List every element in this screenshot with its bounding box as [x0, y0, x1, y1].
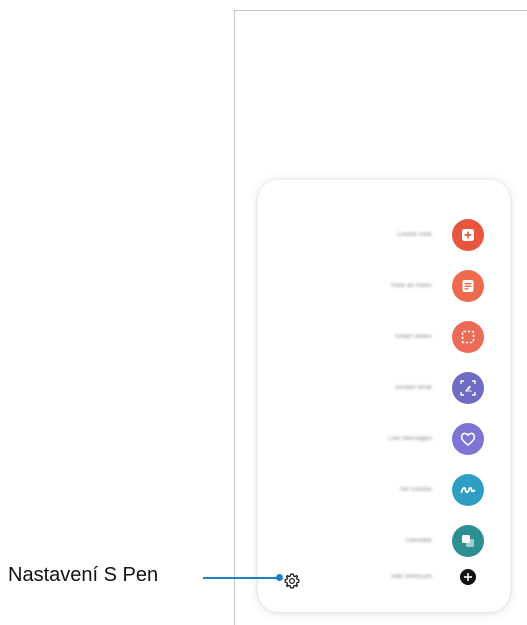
live-messages-icon — [452, 423, 484, 455]
menu-item-label: Add shortcuts — [391, 574, 432, 580]
screen-write-icon — [452, 372, 484, 404]
create-note-icon — [452, 219, 484, 251]
air-command-panel: Create note View all notes Smart select … — [258, 180, 510, 612]
menu-item-live-messages[interactable]: Live messages — [258, 417, 510, 461]
gear-icon[interactable] — [283, 572, 301, 590]
menu-item-ar-doodle[interactable]: AR Doodle — [258, 468, 510, 512]
settings-callout-label: Nastavení S Pen — [8, 564, 159, 586]
menu-item-label: AR Doodle — [400, 487, 432, 493]
menu-item-label: View all notes — [390, 283, 432, 289]
callout-leader-dot — [276, 574, 283, 581]
menu-item-label: Live messages — [388, 436, 432, 442]
ar-doodle-icon — [452, 474, 484, 506]
menu-item-view-all-notes[interactable]: View all notes — [258, 264, 510, 308]
menu-item-screen-write[interactable]: Screen write — [258, 366, 510, 410]
screenshot-stage: Create note View all notes Smart select … — [0, 0, 527, 625]
callout-leader-line — [203, 577, 281, 579]
menu-item-label: Screen write — [395, 385, 432, 391]
menu-item-smart-select[interactable]: Smart select — [258, 315, 510, 359]
menu-item-label: Smart select — [395, 334, 432, 340]
smart-select-icon — [452, 321, 484, 353]
add-icon — [460, 569, 476, 585]
menu-item-label: Translate — [404, 538, 432, 544]
menu-item-create-note[interactable]: Create note — [258, 213, 510, 257]
menu-item-label: Create note — [397, 232, 432, 238]
view-notes-icon — [452, 270, 484, 302]
translate-icon — [452, 525, 484, 557]
